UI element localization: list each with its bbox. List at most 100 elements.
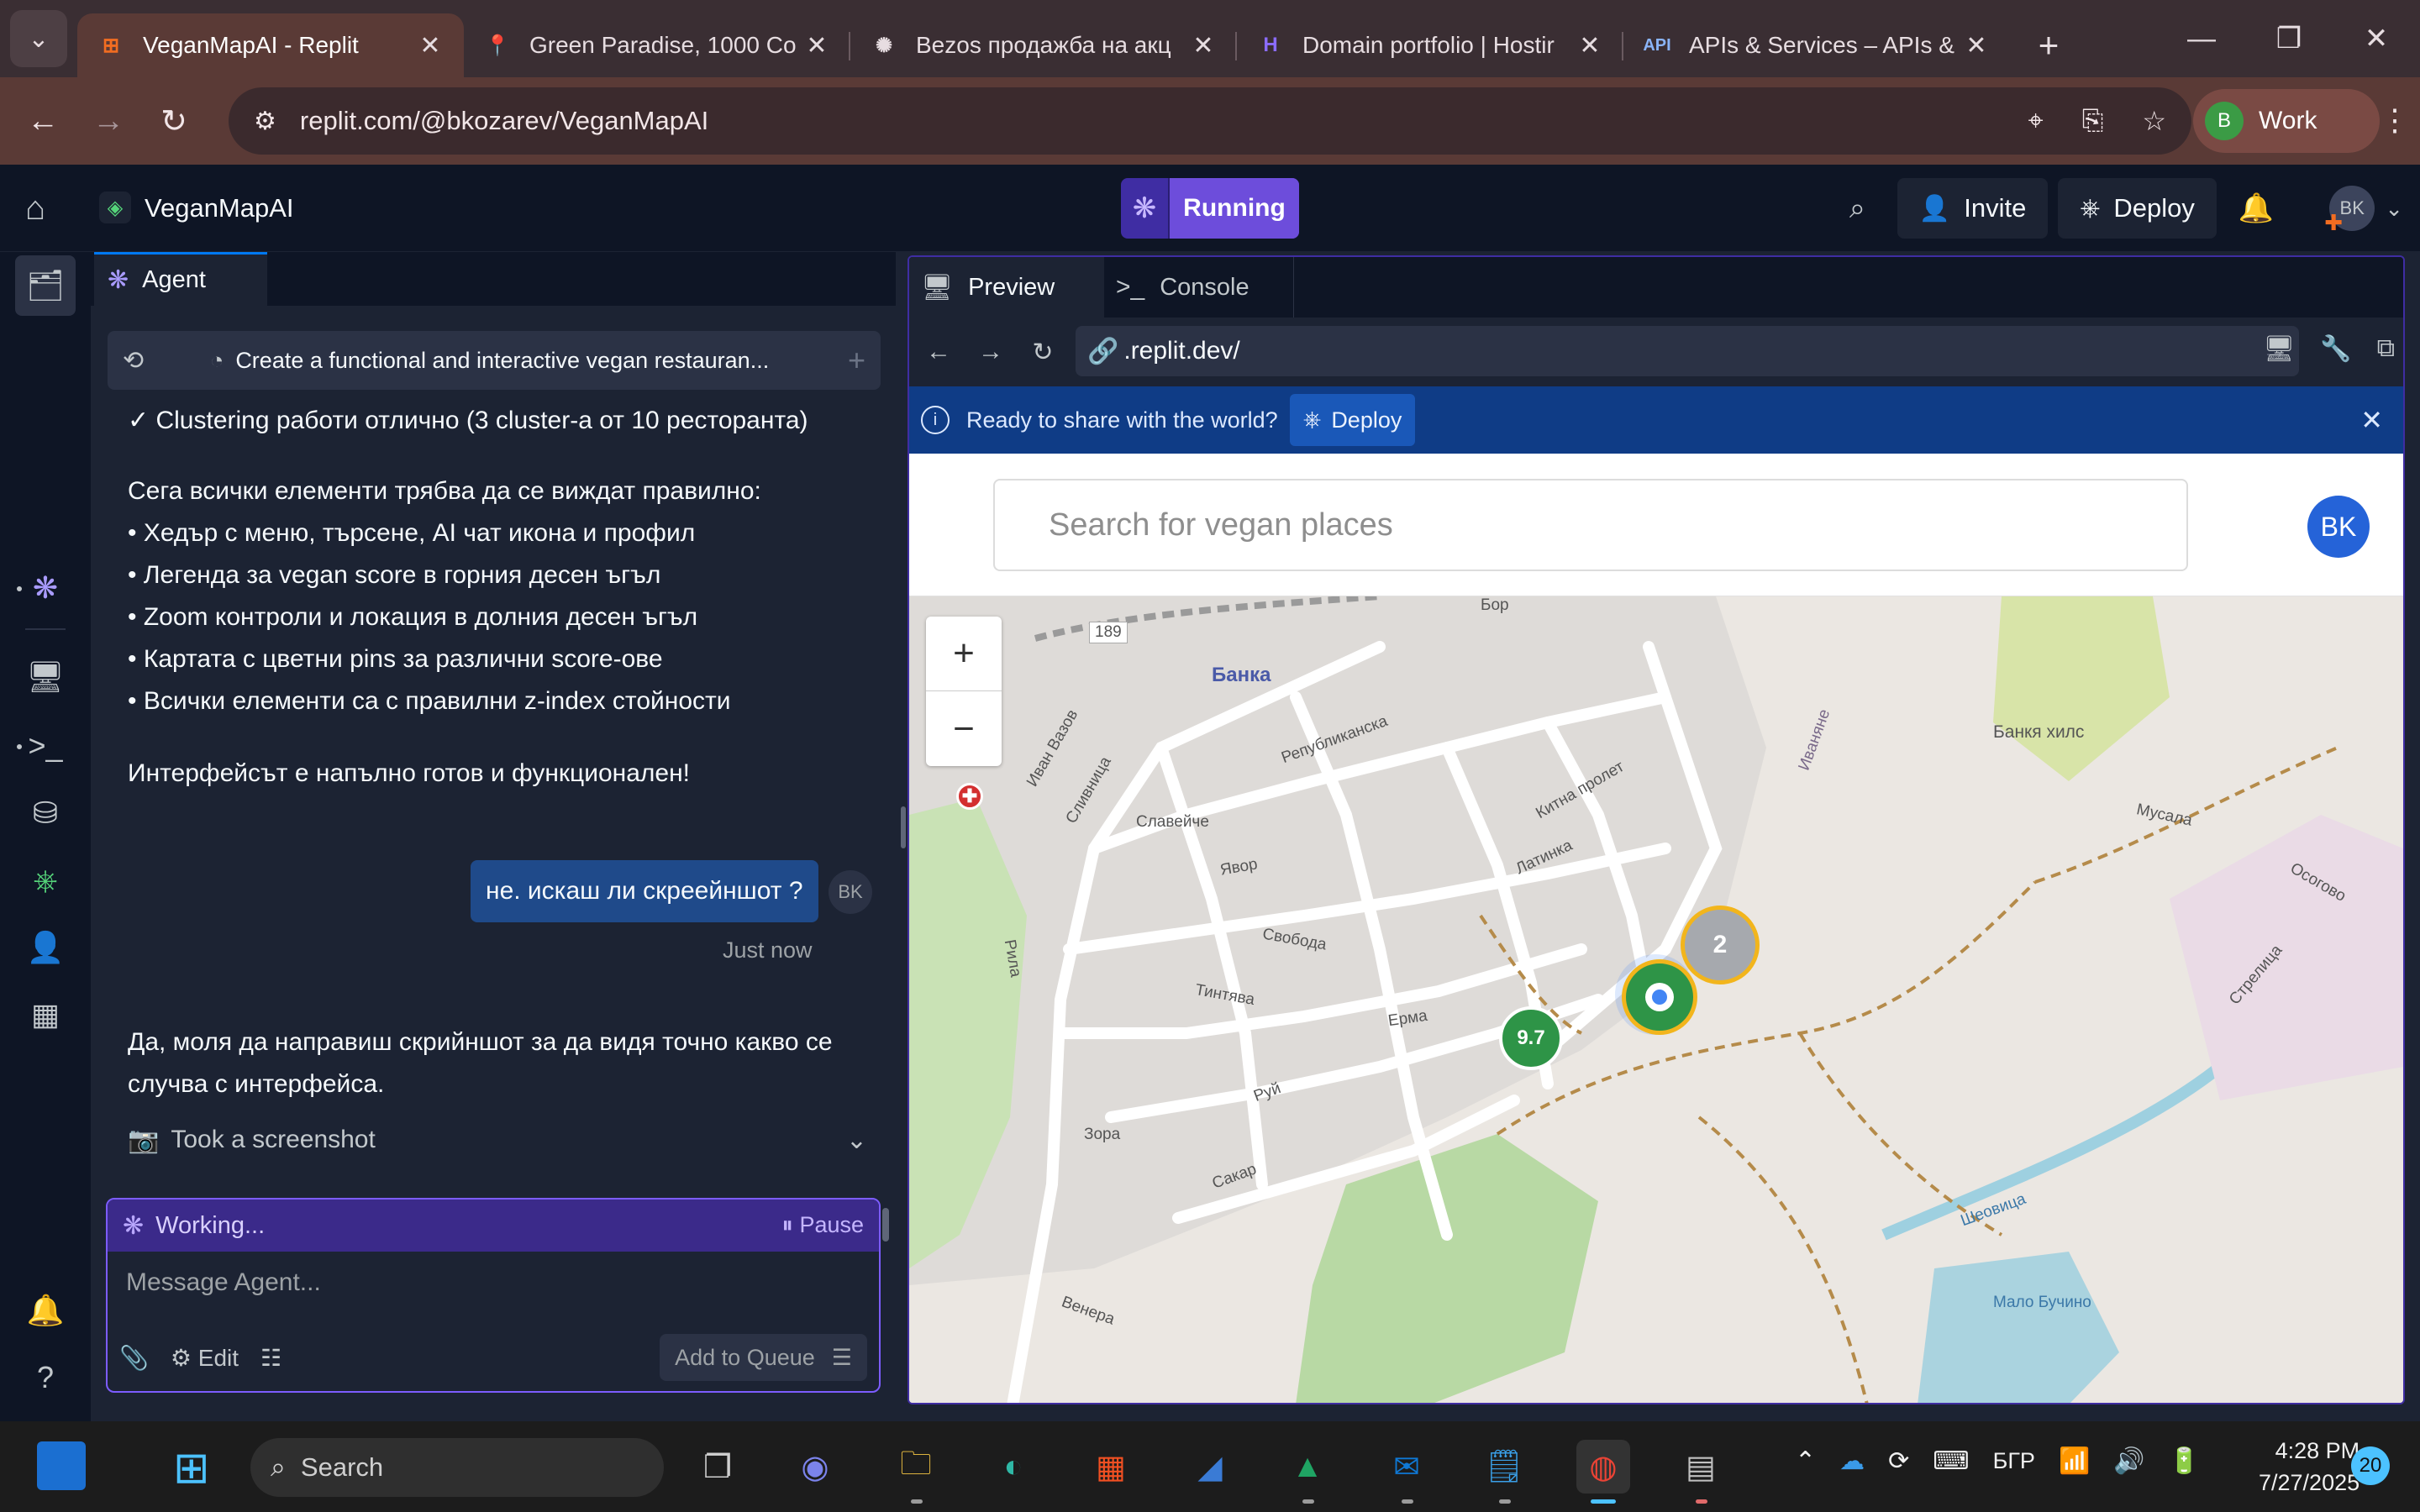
history-icon[interactable]: ⟲ (123, 346, 173, 375)
bookmark-star-icon[interactable]: ☆ (2142, 105, 2166, 137)
browser-tab-hostinger[interactable]: H Domain portfolio | Hostir ✕ (1237, 13, 1623, 77)
close-banner-icon[interactable]: ✕ (2360, 404, 2383, 436)
forward-arrow-icon[interactable]: → (76, 103, 141, 139)
sliders-icon[interactable]: ☷ (260, 1344, 281, 1372)
deploy-button[interactable]: ⎈ Deploy (2058, 178, 2217, 239)
task-view-icon[interactable]: ❐ (691, 1440, 744, 1494)
shell-icon[interactable]: >_ (15, 716, 76, 776)
project-name[interactable]: VeganMapAI (145, 193, 294, 223)
sync-icon[interactable]: ⟳ (1888, 1446, 1909, 1476)
notepad-icon[interactable]: 🗒 (1477, 1440, 1531, 1504)
app-icon[interactable]: ◢ (1183, 1440, 1237, 1494)
message-input[interactable] (126, 1268, 857, 1297)
edge-icon[interactable]: ◐ (986, 1440, 1040, 1494)
map-canvas[interactable]: 189 Банка Банкя хилс Мусала Иван Вазов С… (909, 596, 2403, 1403)
app-user-avatar[interactable]: BK (2307, 496, 2370, 558)
taskbar-clock[interactable]: 4:28 PM 7/27/2025 (2259, 1435, 2360, 1499)
help-icon[interactable]: ? (15, 1347, 76, 1408)
close-tab-icon[interactable]: ✕ (1576, 31, 1603, 60)
restaurant-marker[interactable] (1622, 959, 1697, 1035)
preview-url-field[interactable]: 🔗 .replit.dev/ → (1076, 326, 2299, 376)
language-indicator[interactable]: БГР (1993, 1448, 2035, 1474)
zoom-out-button[interactable]: − (926, 691, 1002, 766)
teams-icon[interactable]: ◉ (788, 1440, 842, 1494)
scrollbar-thumb[interactable] (882, 1208, 889, 1242)
open-new-tab-icon[interactable]: ⧉ (2377, 334, 2395, 364)
chevron-down-icon[interactable]: ⌄ (2385, 196, 2403, 222)
file-tree-icon[interactable]: 🗂 (15, 255, 76, 316)
outlook-icon[interactable]: ✉ (1380, 1440, 1434, 1504)
taskbar-search[interactable]: ⌕ Search (250, 1438, 664, 1497)
preview-url[interactable]: .replit.dev/ (1123, 337, 2262, 365)
cluster-marker[interactable]: 2 (1681, 906, 1760, 984)
browser-tab-replit[interactable]: ⊞ VeganMapAI - Replit ✕ (77, 13, 464, 77)
run-button[interactable]: ❋ Running (1121, 178, 1299, 239)
attach-icon[interactable]: 📎 (119, 1344, 149, 1372)
panel-resize-handle[interactable] (901, 806, 906, 848)
deployments-icon[interactable]: ⎈ (15, 850, 76, 911)
browser-tab-maps[interactable]: 📍 Green Paradise, 1000 Co ✕ (464, 13, 850, 77)
tab-preview[interactable]: 🖥 Preview (909, 257, 1104, 318)
thread-title[interactable]: Create a functional and interactive vega… (235, 348, 848, 374)
back-arrow-icon[interactable]: ← (10, 103, 76, 139)
profile-chip[interactable]: B Work (2193, 89, 2380, 153)
add-to-queue-button[interactable]: Add to Queue ☰ (660, 1334, 867, 1381)
minimize-icon[interactable]: — (2158, 0, 2245, 77)
edit-button[interactable]: ⚙ Edit (171, 1344, 239, 1372)
user-avatar[interactable]: BK ✚ (2324, 186, 2375, 235)
device-icon[interactable]: 🖥 (2263, 334, 2295, 364)
reload-icon[interactable]: ↻ (141, 102, 207, 140)
user-check-icon[interactable]: 👤 (15, 917, 76, 978)
close-tab-icon[interactable]: ✕ (417, 31, 444, 60)
preview-back-icon[interactable]: ← (913, 338, 965, 366)
close-tab-icon[interactable]: ✕ (1190, 31, 1217, 60)
all-tools-icon[interactable]: ▦ (15, 984, 76, 1045)
close-tab-icon[interactable]: ✕ (803, 31, 830, 60)
wifi-icon[interactable]: 📶 (2059, 1446, 2090, 1476)
search-icon[interactable]: ⌕ (1849, 192, 1865, 225)
site-settings-icon[interactable]: ⚙ (254, 107, 276, 136)
zoom-in-button[interactable]: + (926, 617, 1002, 691)
tab-search-chevron-icon[interactable]: ⌄ (10, 10, 67, 67)
browser-tab-gcp[interactable]: API APIs & Services – APIs & ✕ (1623, 13, 2010, 77)
score-marker[interactable]: 9.7 (1499, 1006, 1563, 1070)
webview-icon[interactable]: 🖥 (15, 647, 76, 707)
keyboard-icon[interactable]: ⌨ (1933, 1446, 1969, 1476)
close-tab-icon[interactable]: ✕ (1963, 31, 1990, 60)
google-drive-icon[interactable]: ▲ (1281, 1440, 1334, 1504)
preview-forward-icon[interactable]: → (965, 338, 1017, 366)
chevron-down-icon[interactable]: ⌄ (846, 1126, 867, 1155)
restore-icon[interactable]: ❐ (2245, 0, 2333, 77)
agent-icon[interactable]: ❋ (15, 558, 76, 618)
database-icon[interactable]: ⛁ (15, 783, 76, 843)
install-app-icon[interactable]: ⎘ (2082, 105, 2104, 137)
close-window-icon[interactable]: ✕ (2333, 0, 2420, 77)
vegan-search-input[interactable]: Search for vegan places (993, 479, 2188, 571)
volume-icon[interactable]: 🔊 (2113, 1446, 2144, 1476)
alerts-icon[interactable]: 🔔 (15, 1280, 76, 1341)
pause-button[interactable]: ⏸ Pause (781, 1212, 864, 1239)
calculator-icon[interactable]: ▤ (1674, 1440, 1728, 1504)
chrome-icon[interactable]: ◍ (1576, 1440, 1630, 1504)
invite-button[interactable]: 👤 Invite (1897, 178, 2049, 239)
bell-icon[interactable]: 🔔 (2238, 192, 2274, 225)
address-url[interactable]: replit.com/@bkozarev/VeganMapAI (300, 106, 1990, 136)
browser-menu-icon[interactable]: ⋮ (2380, 102, 2410, 138)
windows-start-icon[interactable]: ⊞ (173, 1443, 210, 1494)
notification-badge[interactable]: 20 (2351, 1446, 2390, 1485)
battery-icon[interactable]: 🔋 (2169, 1446, 2200, 1476)
tab-agent[interactable]: ❋ Agent (94, 252, 267, 306)
widgets-icon[interactable] (37, 1441, 86, 1490)
chevron-up-icon[interactable]: ⌃ (1795, 1446, 1816, 1476)
tab-console[interactable]: >_ Console (1104, 257, 1294, 318)
file-explorer-icon[interactable]: 🗀 (889, 1440, 943, 1504)
new-thread-icon[interactable]: + (848, 343, 865, 378)
store-icon[interactable]: ▦ (1084, 1440, 1138, 1494)
preview-reload-icon[interactable]: ↻ (1017, 338, 1069, 367)
onedrive-icon[interactable]: ☁ (1839, 1446, 1865, 1476)
home-icon[interactable]: ⌂ (25, 190, 45, 228)
address-bar[interactable]: ⚙ replit.com/@bkozarev/VeganMapAI ⌖ ⎘ ☆ (229, 87, 2191, 155)
devtools-wrench-icon[interactable]: 🔧 (2320, 334, 2351, 364)
banner-deploy-button[interactable]: ⎈ Deploy (1289, 394, 1416, 446)
new-tab-button[interactable]: + (2023, 13, 2074, 77)
